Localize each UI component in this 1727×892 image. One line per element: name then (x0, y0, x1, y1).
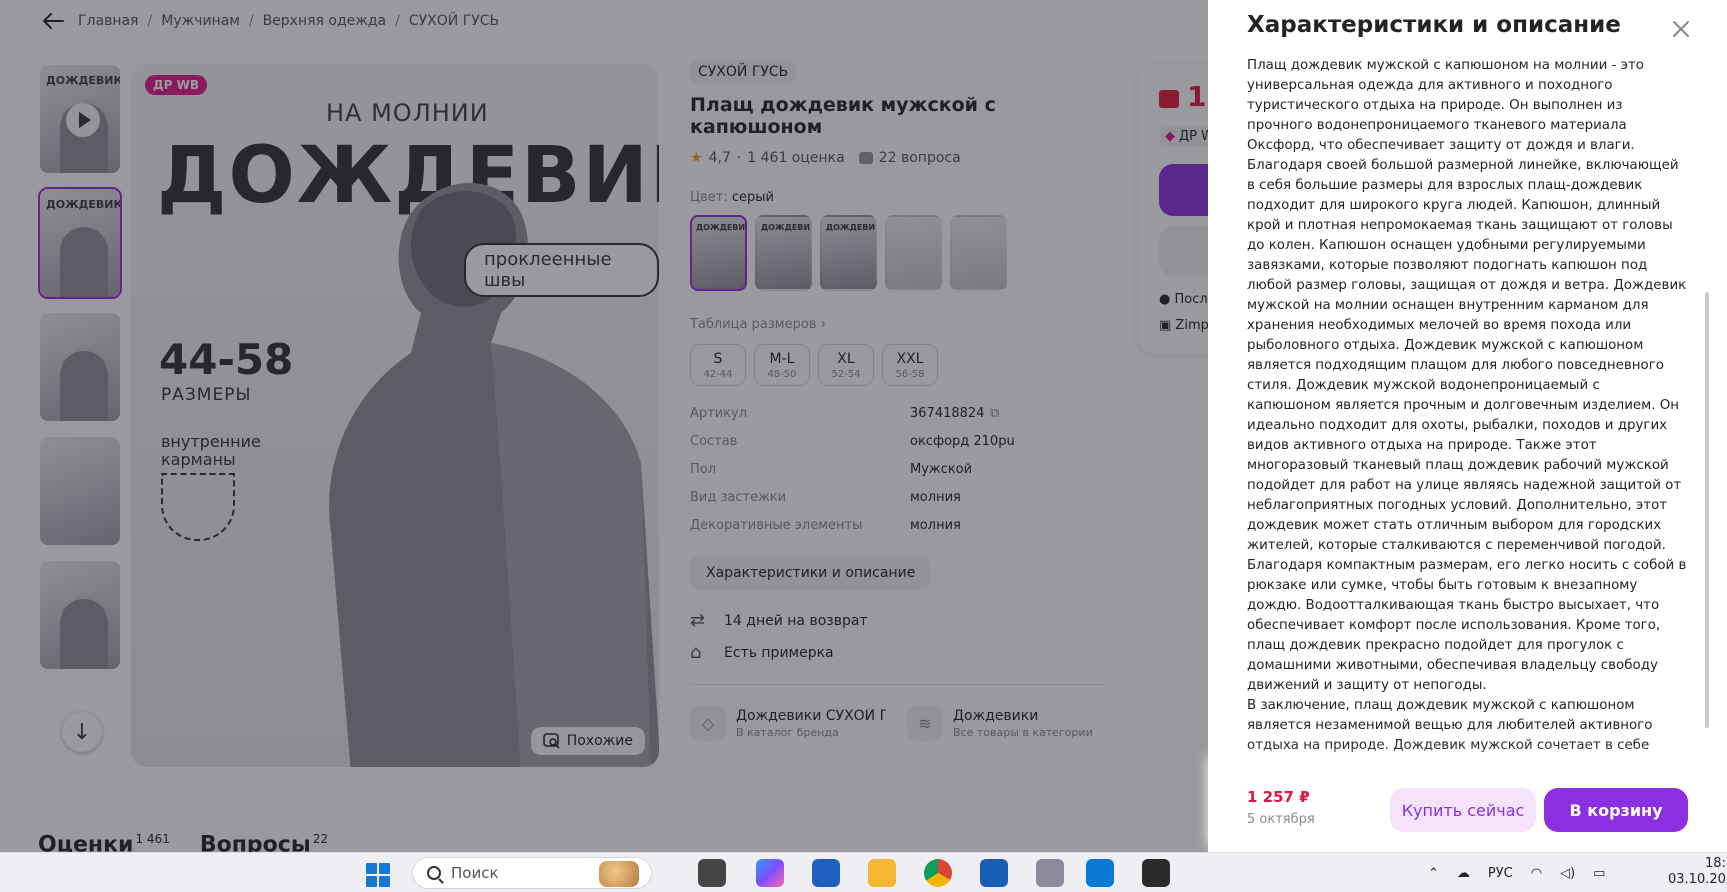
snipping-tool-icon[interactable] (1036, 859, 1064, 887)
modal-backdrop[interactable] (0, 0, 1208, 852)
task-view-icon[interactable] (698, 859, 726, 887)
chrome-icon[interactable] (924, 859, 952, 887)
add-to-cart-button[interactable]: В корзину (1544, 788, 1688, 832)
taskbar-search-placeholder: Поиск (451, 864, 499, 882)
description-paragraph: В заключение, плащ дождевик мужской с ка… (1247, 698, 1653, 753)
powershell-icon[interactable] (980, 859, 1008, 887)
description-text: Плащ дождевик мужской с капюшоном на мол… (1247, 56, 1687, 756)
delivery-date: 5 октября (1247, 812, 1315, 827)
search-icon (427, 866, 441, 880)
copilot-icon[interactable] (756, 859, 784, 887)
taskbar-search[interactable]: Поиск (412, 857, 652, 889)
close-icon[interactable] (1668, 16, 1694, 42)
terminal-icon[interactable] (1142, 859, 1170, 887)
characteristics-panel: Характеристики и описание Плащ дождевик … (1208, 0, 1727, 852)
volume-icon[interactable]: ◁) (1560, 866, 1575, 881)
system-tray: ⌃ ☁ РУС ◠ ◁) ▭ (1428, 853, 1605, 892)
buy-now-button[interactable]: Купить сейчас (1390, 788, 1536, 832)
store-icon[interactable] (812, 859, 840, 887)
footer-price: 1 257 ₽ (1247, 788, 1310, 806)
battery-icon[interactable]: ▭ (1593, 866, 1605, 881)
clock[interactable]: 18:33 03.10.2025 (1668, 856, 1727, 888)
vscode-icon[interactable] (1086, 859, 1114, 887)
clock-time: 18:33 (1704, 856, 1727, 871)
file-explorer-icon[interactable] (868, 859, 896, 887)
windows-taskbar: Поиск ⌃ ☁ РУС ◠ ◁) ▭ 18:33 03.10.2025 (0, 852, 1727, 892)
language-indicator[interactable]: РУС (1488, 866, 1513, 881)
scrollbar[interactable] (1705, 292, 1709, 728)
description-paragraph: Плащ дождевик мужской с капюшоном на мол… (1247, 58, 1687, 693)
windows-start-icon[interactable] (366, 863, 390, 887)
description-scroll[interactable]: Плащ дождевик мужской с капюшоном на мол… (1247, 56, 1687, 756)
panel-title: Характеристики и описание (1247, 12, 1621, 38)
panel-footer: 1 257 ₽ 5 октября Купить сейчас В корзин… (1208, 762, 1727, 852)
wifi-icon[interactable]: ◠ (1531, 866, 1542, 881)
clock-date: 03.10.2025 (1668, 872, 1727, 887)
chevron-up-icon[interactable]: ⌃ (1428, 866, 1439, 881)
cloud-icon[interactable]: ☁ (1457, 866, 1470, 881)
search-highlight-image (599, 861, 639, 887)
